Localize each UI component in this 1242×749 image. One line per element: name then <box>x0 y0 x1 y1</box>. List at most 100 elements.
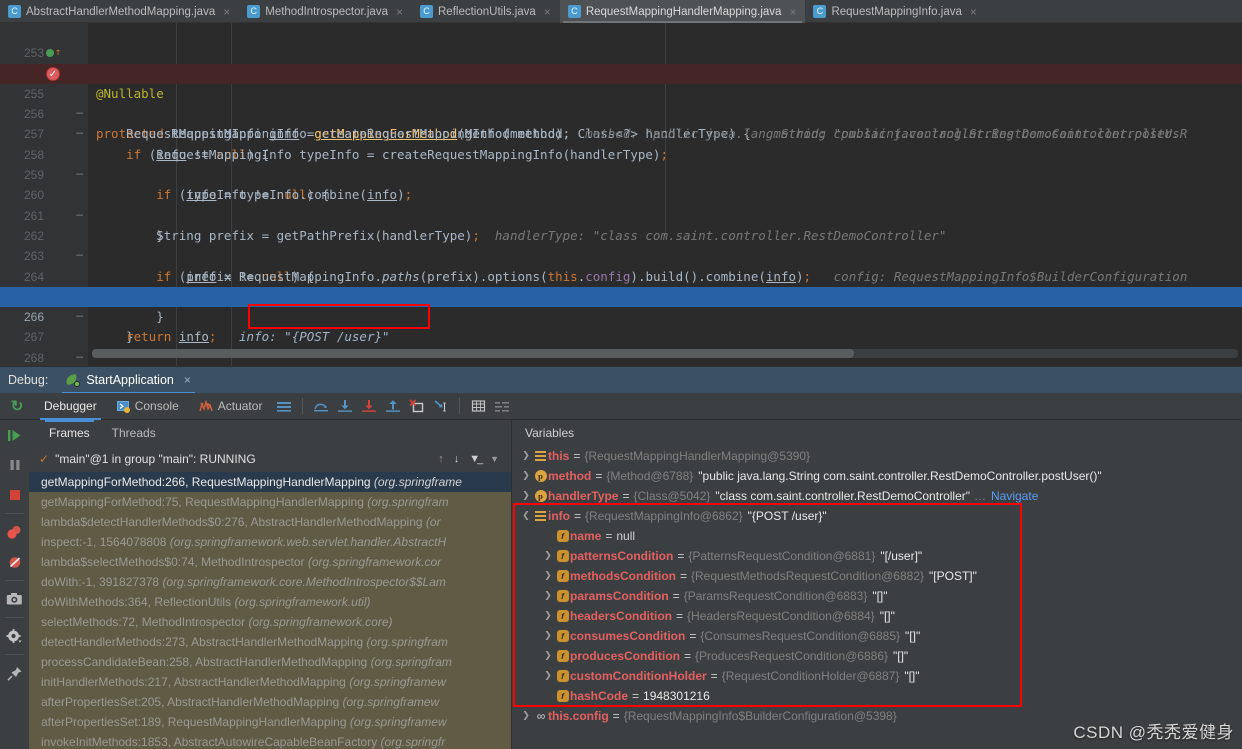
chevron-down-icon[interactable]: ❮ <box>519 506 533 526</box>
fold-marker[interactable]: ─ <box>74 348 85 366</box>
equals-sign: = <box>595 469 603 483</box>
frame-row[interactable]: invokeInitMethods:1853, AbstractAutowire… <box>29 732 511 749</box>
editor-tab-3[interactable]: RequestMappingHandlerMapping.java × <box>559 0 806 23</box>
pause-program-icon[interactable] <box>0 450 29 480</box>
chevron-right-icon[interactable]: ❯ <box>519 706 533 726</box>
step-into-icon[interactable] <box>333 395 357 417</box>
variable-row[interactable]: ❯ f customConditionHolder = {RequestCond… <box>513 666 1242 686</box>
editor-tab-0[interactable]: AbstractHandlerMethodMapping.java × <box>0 0 239 23</box>
frame-row[interactable]: selectMethods:72, MethodIntrospector (or… <box>29 612 511 632</box>
variable-row[interactable]: ❯ f consumesCondition = {ConsumesRequest… <box>513 626 1242 646</box>
editor-hscrollbar-thumb[interactable] <box>92 349 854 358</box>
variable-row[interactable]: ❯ f headersCondition = {HeadersRequestCo… <box>513 606 1242 626</box>
frame-row[interactable]: getMappingForMethod:266, RequestMappingH… <box>29 472 511 492</box>
rail-divider <box>5 654 24 655</box>
equals-sign: = <box>672 589 680 603</box>
tab-console[interactable]: Console <box>107 393 189 420</box>
chevron-right-icon[interactable]: ❯ <box>519 466 533 486</box>
variable-value: "[]" <box>905 629 921 643</box>
evaluate-expression-icon[interactable] <box>466 395 490 417</box>
close-icon[interactable]: × <box>789 6 796 18</box>
variable-row[interactable]: ❯ f patternsCondition = {PatternsRequest… <box>513 546 1242 566</box>
pin-icon[interactable] <box>0 658 29 688</box>
run-to-cursor-icon[interactable] <box>429 395 453 417</box>
tab-threads[interactable]: Threads <box>102 420 166 446</box>
variable-row[interactable]: ❯ this = {RequestMappingHandlerMapping@5… <box>513 446 1242 466</box>
frame-row[interactable]: getMappingForMethod:75, RequestMappingHa… <box>29 492 511 512</box>
dropdown-icon[interactable]: ▼ <box>490 454 499 464</box>
layout-settings-icon[interactable] <box>272 395 296 417</box>
rerun-button[interactable]: ↻ <box>0 393 34 420</box>
variable-row[interactable]: ❯ f paramsCondition = {ParamsRequestCond… <box>513 586 1242 606</box>
tab-actuator[interactable]: Actuator <box>189 393 273 420</box>
mute-breakpoints-icon[interactable] <box>0 547 29 577</box>
variable-row[interactable]: ❯ f producesCondition = {ProducesRequest… <box>513 646 1242 666</box>
chevron-right-icon[interactable]: ❯ <box>541 606 555 626</box>
variable-ref: {ParamsRequestCondition@6883} <box>683 589 868 603</box>
variable-row[interactable]: ❯ p method = {Method@6788} "public java.… <box>513 466 1242 486</box>
frame-package: (or <box>425 515 441 529</box>
frame-row[interactable]: initHandlerMethods:217, AbstractHandlerM… <box>29 672 511 692</box>
show-as-list-icon[interactable] <box>490 395 514 417</box>
field-icon: f <box>555 590 570 602</box>
camera-icon[interactable] <box>0 584 29 614</box>
breakpoint-icon[interactable] <box>46 66 60 81</box>
chevron-right-icon[interactable]: ❯ <box>541 666 555 686</box>
frame-row[interactable]: inspect:-1, 1564078808 (org.springframew… <box>29 532 511 552</box>
frames-list[interactable]: getMappingForMethod:266, RequestMappingH… <box>29 472 511 749</box>
editor-tab-2[interactable]: ReflectionUtils.java × <box>412 0 560 23</box>
chevron-right-icon[interactable]: ❯ <box>541 626 555 646</box>
chevron-right-icon[interactable]: ❯ <box>519 486 533 506</box>
tab-debugger[interactable]: Debugger <box>34 393 107 420</box>
close-icon[interactable]: × <box>970 6 977 18</box>
frame-row[interactable]: lambda$detectHandlerMethods$0:276, Abstr… <box>29 512 511 532</box>
variable-row[interactable]: ❯ p handlerType = {Class@5042} "class co… <box>513 486 1242 506</box>
close-icon[interactable]: × <box>223 6 230 18</box>
frame-row[interactable]: lambda$selectMethods$0:74, MethodIntrosp… <box>29 552 511 572</box>
view-breakpoints-icon[interactable] <box>0 517 29 547</box>
frame-row[interactable]: detectHandlerMethods:273, AbstractHandle… <box>29 632 511 652</box>
variable-row[interactable]: ❮ info = {RequestMappingInfo@6862} "{POS… <box>513 506 1242 526</box>
tab-frames[interactable]: Frames <box>39 420 100 446</box>
frame-row[interactable]: doWithMethods:364, ReflectionUtils (org.… <box>29 592 511 612</box>
code-editor[interactable]: 253 ─ @Nullable 254 ↑ ─ protected Reques… <box>0 23 1242 366</box>
editor-tab-4[interactable]: RequestMappingInfo.java × <box>805 0 985 23</box>
frame-row[interactable]: afterPropertiesSet:189, RequestMappingHa… <box>29 712 511 732</box>
close-icon[interactable]: × <box>396 6 403 18</box>
frame-row[interactable]: afterPropertiesSet:205, AbstractHandlerM… <box>29 692 511 712</box>
variable-row[interactable]: ❯ f name = null <box>513 526 1242 546</box>
down-arrow-icon[interactable]: ↓ <box>454 453 460 465</box>
stop-icon[interactable] <box>0 480 29 510</box>
frame-row[interactable]: processCandidateBean:258, AbstractHandle… <box>29 652 511 672</box>
close-icon[interactable]: × <box>544 6 551 18</box>
chevron-right-icon[interactable]: ❯ <box>541 586 555 606</box>
variables-tree[interactable]: ❯ this = {RequestMappingHandlerMapping@5… <box>513 446 1242 749</box>
chevron-right-icon[interactable]: ❯ <box>519 446 533 466</box>
debug-session-actions-rail <box>0 420 29 749</box>
force-step-into-icon[interactable] <box>357 395 381 417</box>
navigate-link[interactable]: Navigate <box>991 486 1038 506</box>
frame-method: getMappingForMethod:75, RequestMappingHa… <box>41 495 364 509</box>
frame-row[interactable]: doWith:-1, 391827378 (org.springframewor… <box>29 572 511 592</box>
filter-icon[interactable]: ▼̲ <box>469 453 480 465</box>
up-arrow-icon[interactable]: ↑ <box>438 453 444 465</box>
settings-icon[interactable] <box>0 621 29 651</box>
frame-package: (org.springfram <box>370 655 452 669</box>
resume-program-icon[interactable] <box>0 420 29 450</box>
run-method-icon[interactable]: ↑ <box>46 47 61 60</box>
editor-tab-1[interactable]: MethodIntrospector.java × <box>239 0 412 23</box>
close-icon[interactable]: × <box>184 373 191 387</box>
debug-run-config-tab[interactable]: StartApplication × <box>58 367 199 394</box>
frame-method: lambda$detectHandlerMethods$0:276, Abstr… <box>41 515 423 529</box>
chevron-right-icon[interactable]: ❯ <box>541 546 555 566</box>
thread-selector[interactable]: ✓ "main"@1 in group "main": RUNNING ↑ ↓ … <box>29 446 511 472</box>
variable-row[interactable]: ❯ f methodsCondition = {RequestMethodsRe… <box>513 566 1242 586</box>
step-out-icon[interactable] <box>381 395 405 417</box>
drop-frame-icon[interactable] <box>405 395 429 417</box>
chevron-right-icon[interactable]: ❯ <box>541 566 555 586</box>
variable-row[interactable]: ❯ f hashCode = 1948301216 <box>513 686 1242 706</box>
editor-hscrollbar[interactable] <box>92 349 1238 358</box>
chevron-right-icon[interactable]: ❯ <box>541 646 555 666</box>
frame-method: initHandlerMethods:217, AbstractHandlerM… <box>41 675 346 689</box>
step-over-icon[interactable] <box>309 395 333 417</box>
